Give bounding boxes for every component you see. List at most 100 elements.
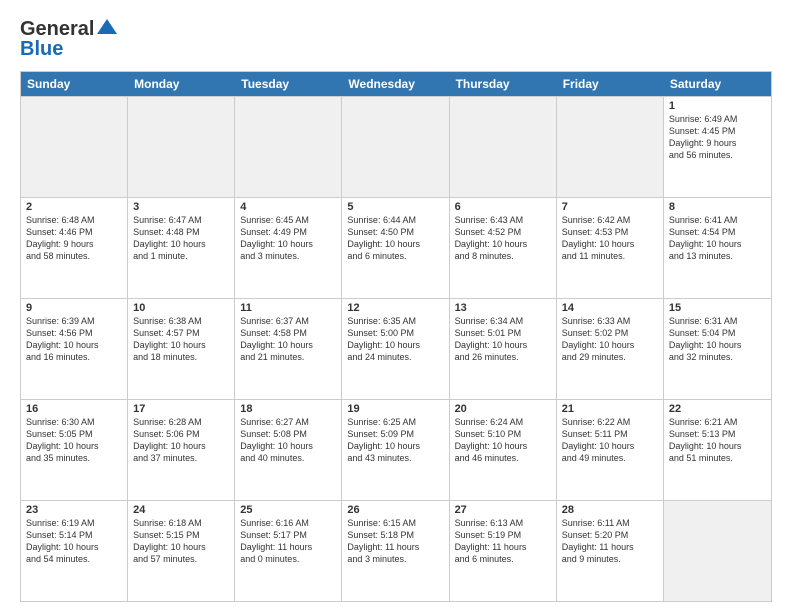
day-info: Sunrise: 6:28 AM Sunset: 5:06 PM Dayligh… [133,416,229,465]
day-info: Sunrise: 6:31 AM Sunset: 5:04 PM Dayligh… [669,315,766,364]
calendar-cell: 17Sunrise: 6:28 AM Sunset: 5:06 PM Dayli… [128,400,235,500]
calendar-cell: 3Sunrise: 6:47 AM Sunset: 4:48 PM Daylig… [128,198,235,298]
page: General Blue SundayMondayTuesdayWednesda… [0,0,792,612]
calendar-cell: 10Sunrise: 6:38 AM Sunset: 4:57 PM Dayli… [128,299,235,399]
logo: General Blue [20,16,120,61]
day-info: Sunrise: 6:30 AM Sunset: 5:05 PM Dayligh… [26,416,122,465]
calendar-cell: 16Sunrise: 6:30 AM Sunset: 5:05 PM Dayli… [21,400,128,500]
day-number: 2 [26,201,122,213]
calendar-cell: 9Sunrise: 6:39 AM Sunset: 4:56 PM Daylig… [21,299,128,399]
day-info: Sunrise: 6:21 AM Sunset: 5:13 PM Dayligh… [669,416,766,465]
calendar-row: 23Sunrise: 6:19 AM Sunset: 5:14 PM Dayli… [21,500,771,601]
day-info: Sunrise: 6:37 AM Sunset: 4:58 PM Dayligh… [240,315,336,364]
header: General Blue [20,16,772,61]
calendar: SundayMondayTuesdayWednesdayThursdayFrid… [20,71,772,602]
day-number: 22 [669,403,766,415]
day-number: 1 [669,100,766,112]
calendar-cell: 21Sunrise: 6:22 AM Sunset: 5:11 PM Dayli… [557,400,664,500]
calendar-cell: 4Sunrise: 6:45 AM Sunset: 4:49 PM Daylig… [235,198,342,298]
day-number: 4 [240,201,336,213]
day-number: 21 [562,403,658,415]
day-info: Sunrise: 6:39 AM Sunset: 4:56 PM Dayligh… [26,315,122,364]
calendar-cell: 19Sunrise: 6:25 AM Sunset: 5:09 PM Dayli… [342,400,449,500]
day-info: Sunrise: 6:38 AM Sunset: 4:57 PM Dayligh… [133,315,229,364]
calendar-cell: 12Sunrise: 6:35 AM Sunset: 5:00 PM Dayli… [342,299,449,399]
day-number: 18 [240,403,336,415]
calendar-header-day: Saturday [664,72,771,96]
calendar-cell: 27Sunrise: 6:13 AM Sunset: 5:19 PM Dayli… [450,501,557,601]
day-info: Sunrise: 6:24 AM Sunset: 5:10 PM Dayligh… [455,416,551,465]
calendar-cell: 13Sunrise: 6:34 AM Sunset: 5:01 PM Dayli… [450,299,557,399]
calendar-row: 16Sunrise: 6:30 AM Sunset: 5:05 PM Dayli… [21,399,771,500]
day-number: 28 [562,504,658,516]
calendar-header-day: Friday [557,72,664,96]
day-info: Sunrise: 6:34 AM Sunset: 5:01 PM Dayligh… [455,315,551,364]
day-number: 9 [26,302,122,314]
calendar-cell: 22Sunrise: 6:21 AM Sunset: 5:13 PM Dayli… [664,400,771,500]
calendar-cell: 5Sunrise: 6:44 AM Sunset: 4:50 PM Daylig… [342,198,449,298]
calendar-header-day: Sunday [21,72,128,96]
day-number: 10 [133,302,229,314]
day-number: 20 [455,403,551,415]
calendar-body: 1Sunrise: 6:49 AM Sunset: 4:45 PM Daylig… [21,96,771,601]
calendar-cell: 18Sunrise: 6:27 AM Sunset: 5:08 PM Dayli… [235,400,342,500]
day-number: 15 [669,302,766,314]
calendar-cell: 25Sunrise: 6:16 AM Sunset: 5:17 PM Dayli… [235,501,342,601]
day-info: Sunrise: 6:15 AM Sunset: 5:18 PM Dayligh… [347,517,443,566]
day-info: Sunrise: 6:18 AM Sunset: 5:15 PM Dayligh… [133,517,229,566]
day-info: Sunrise: 6:33 AM Sunset: 5:02 PM Dayligh… [562,315,658,364]
day-number: 26 [347,504,443,516]
calendar-header-day: Monday [128,72,235,96]
calendar-cell: 2Sunrise: 6:48 AM Sunset: 4:46 PM Daylig… [21,198,128,298]
day-number: 14 [562,302,658,314]
day-number: 8 [669,201,766,213]
day-info: Sunrise: 6:48 AM Sunset: 4:46 PM Dayligh… [26,214,122,263]
day-info: Sunrise: 6:13 AM Sunset: 5:19 PM Dayligh… [455,517,551,566]
day-number: 12 [347,302,443,314]
day-info: Sunrise: 6:22 AM Sunset: 5:11 PM Dayligh… [562,416,658,465]
day-info: Sunrise: 6:44 AM Sunset: 4:50 PM Dayligh… [347,214,443,263]
day-info: Sunrise: 6:49 AM Sunset: 4:45 PM Dayligh… [669,113,766,162]
calendar-cell: 26Sunrise: 6:15 AM Sunset: 5:18 PM Dayli… [342,501,449,601]
calendar-cell: 8Sunrise: 6:41 AM Sunset: 4:54 PM Daylig… [664,198,771,298]
day-number: 19 [347,403,443,415]
day-number: 6 [455,201,551,213]
calendar-header-day: Tuesday [235,72,342,96]
logo-icon [94,16,120,42]
day-number: 24 [133,504,229,516]
calendar-cell: 28Sunrise: 6:11 AM Sunset: 5:20 PM Dayli… [557,501,664,601]
calendar-cell [342,97,449,197]
calendar-row: 1Sunrise: 6:49 AM Sunset: 4:45 PM Daylig… [21,96,771,197]
day-info: Sunrise: 6:45 AM Sunset: 4:49 PM Dayligh… [240,214,336,263]
calendar-cell [128,97,235,197]
day-number: 11 [240,302,336,314]
day-info: Sunrise: 6:47 AM Sunset: 4:48 PM Dayligh… [133,214,229,263]
calendar-cell [450,97,557,197]
calendar-row: 9Sunrise: 6:39 AM Sunset: 4:56 PM Daylig… [21,298,771,399]
calendar-cell: 15Sunrise: 6:31 AM Sunset: 5:04 PM Dayli… [664,299,771,399]
calendar-cell: 23Sunrise: 6:19 AM Sunset: 5:14 PM Dayli… [21,501,128,601]
day-info: Sunrise: 6:43 AM Sunset: 4:52 PM Dayligh… [455,214,551,263]
calendar-cell: 11Sunrise: 6:37 AM Sunset: 4:58 PM Dayli… [235,299,342,399]
calendar-cell: 6Sunrise: 6:43 AM Sunset: 4:52 PM Daylig… [450,198,557,298]
day-info: Sunrise: 6:19 AM Sunset: 5:14 PM Dayligh… [26,517,122,566]
calendar-cell [235,97,342,197]
calendar-cell [664,501,771,601]
calendar-cell: 24Sunrise: 6:18 AM Sunset: 5:15 PM Dayli… [128,501,235,601]
day-number: 23 [26,504,122,516]
calendar-header: SundayMondayTuesdayWednesdayThursdayFrid… [21,72,771,96]
day-info: Sunrise: 6:16 AM Sunset: 5:17 PM Dayligh… [240,517,336,566]
calendar-cell: 1Sunrise: 6:49 AM Sunset: 4:45 PM Daylig… [664,97,771,197]
day-number: 27 [455,504,551,516]
calendar-cell [557,97,664,197]
day-info: Sunrise: 6:35 AM Sunset: 5:00 PM Dayligh… [347,315,443,364]
day-info: Sunrise: 6:11 AM Sunset: 5:20 PM Dayligh… [562,517,658,566]
day-number: 5 [347,201,443,213]
day-number: 13 [455,302,551,314]
day-info: Sunrise: 6:27 AM Sunset: 5:08 PM Dayligh… [240,416,336,465]
day-info: Sunrise: 6:41 AM Sunset: 4:54 PM Dayligh… [669,214,766,263]
day-number: 25 [240,504,336,516]
logo-blue-text: Blue [20,38,63,61]
calendar-header-day: Wednesday [342,72,449,96]
day-number: 3 [133,201,229,213]
